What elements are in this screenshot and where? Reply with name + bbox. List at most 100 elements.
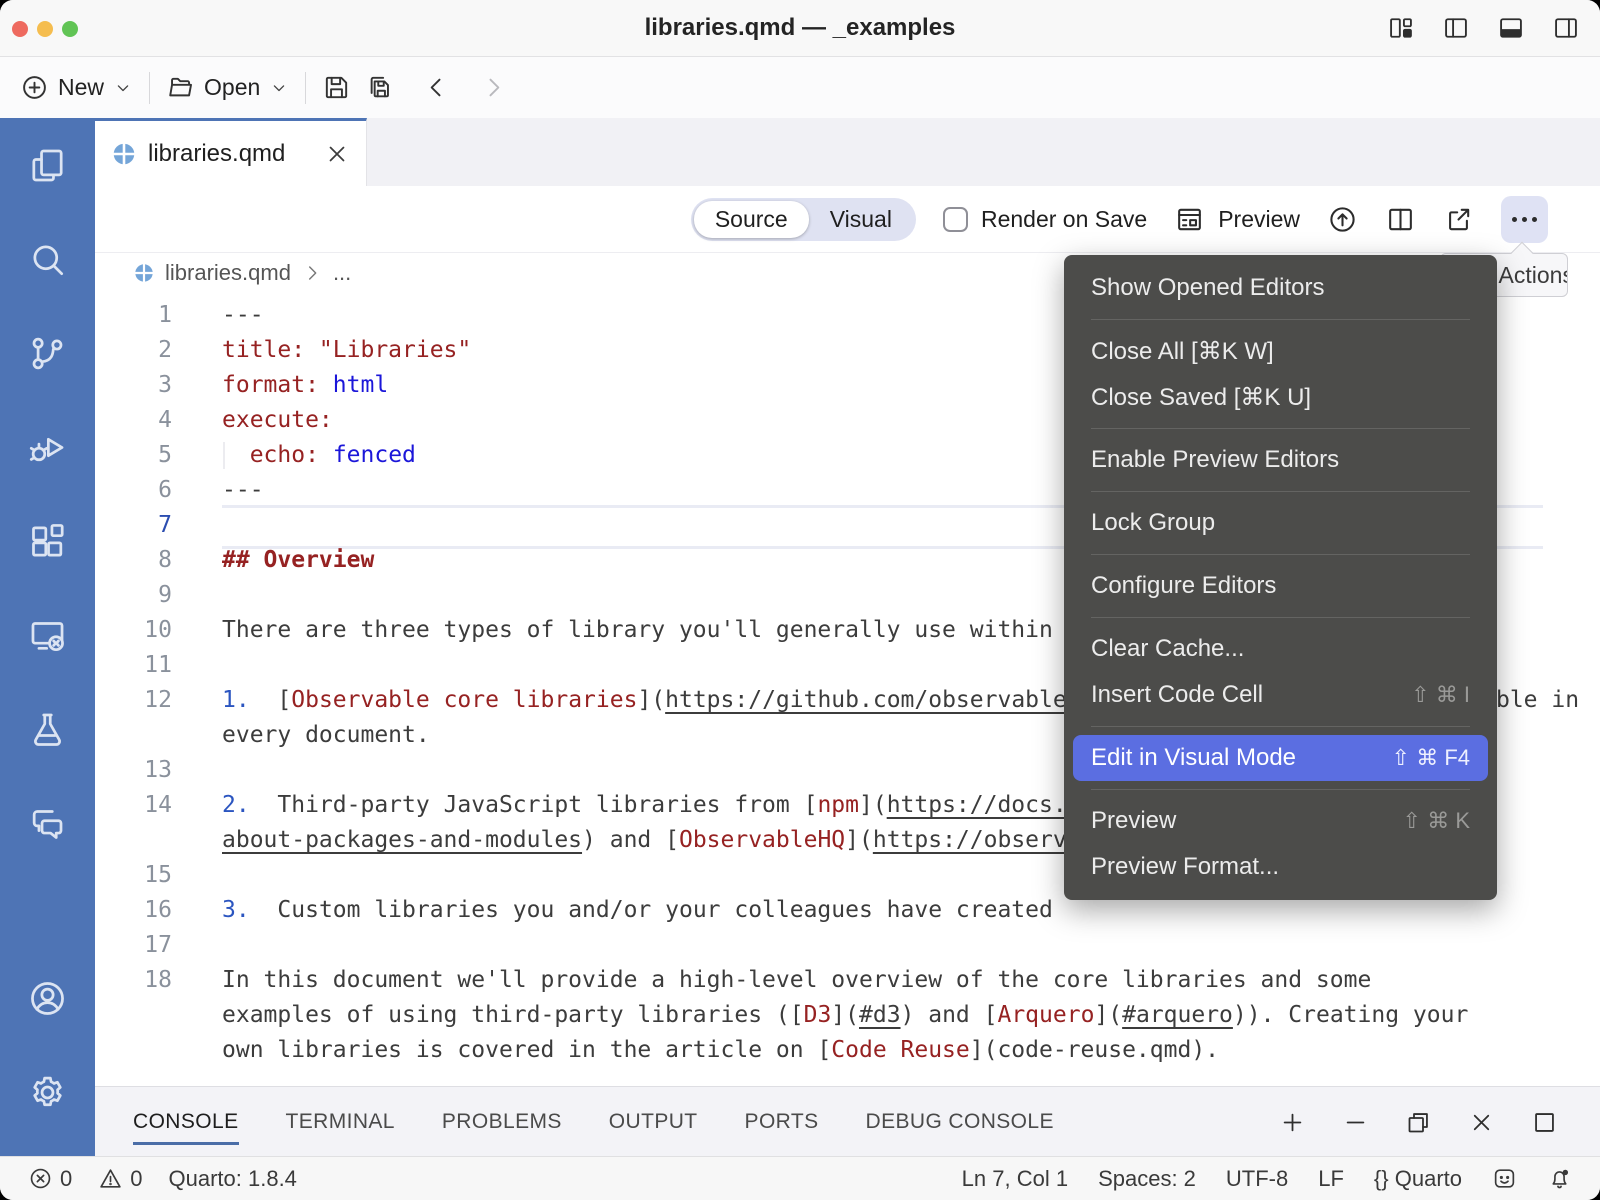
status-language-mode[interactable]: {} Quarto	[1374, 1166, 1462, 1192]
line-number: 18	[95, 963, 172, 998]
tab-strip: libraries.qmd	[95, 118, 1600, 187]
panel-tab-output[interactable]: OUTPUT	[609, 1110, 698, 1134]
menu-item-close-all-k-w[interactable]: Close All [⌘K W]	[1073, 328, 1488, 374]
line-number: 1	[95, 298, 172, 333]
toolbar-separator	[149, 72, 150, 104]
app-window: libraries.qmd — _examples New Open	[0, 0, 1600, 1200]
menu-item-preview[interactable]: Preview⇧ ⌘ K	[1073, 798, 1488, 844]
render-circle-up-icon[interactable]	[1327, 204, 1358, 235]
code-text: 2. Third-party JavaScript libraries from…	[172, 788, 1205, 823]
code-line[interactable]: 17	[95, 928, 1600, 963]
status-quarto-version[interactable]: Quarto: 1.8.4	[169, 1166, 297, 1192]
toggle-panel-icon[interactable]	[1497, 14, 1525, 42]
customize-layout-icon[interactable]	[1387, 14, 1415, 42]
menu-item-clear-cache[interactable]: Clear Cache...	[1073, 626, 1488, 672]
panel-tab-ports[interactable]: PORTS	[745, 1110, 819, 1134]
settings-gear-icon	[27, 1072, 68, 1113]
toggle-secondary-sidebar-icon[interactable]	[1552, 14, 1580, 42]
code-text: echo: fenced	[172, 438, 416, 473]
open-in-new-window-icon[interactable]	[1443, 204, 1474, 235]
status-warnings[interactable]: 0	[98, 1166, 142, 1192]
menu-item-label: Clear Cache...	[1091, 635, 1244, 663]
menu-item-configure-editors[interactable]: Configure Editors	[1073, 563, 1488, 609]
menu-item-preview-format[interactable]: Preview Format...	[1073, 844, 1488, 890]
sidebar-explorer-button[interactable]	[0, 118, 95, 212]
code-text: own libraries is covered in the article …	[172, 1033, 1219, 1068]
notifications-bell[interactable]	[1547, 1166, 1572, 1191]
menu-item-show-opened-editors[interactable]: Show Opened Editors	[1073, 265, 1488, 311]
preview-button[interactable]: Preview	[1174, 204, 1300, 235]
panel-tab-problems[interactable]: PROBLEMS	[442, 1110, 562, 1134]
menu-item-close-saved-k-u[interactable]: Close Saved [⌘K U]	[1073, 374, 1488, 420]
sidebar-search-button[interactable]	[0, 212, 95, 306]
line-number: 6	[95, 473, 172, 508]
code-line[interactable]: examples of using third-party libraries …	[95, 998, 1600, 1033]
run-debug-icon	[27, 427, 68, 468]
panel-tab-terminal[interactable]: TERMINAL	[286, 1110, 395, 1134]
menu-item-edit-in-visual-mode[interactable]: Edit in Visual Mode⇧ ⌘ F4	[1073, 735, 1488, 781]
sidebar-run-debug-button[interactable]	[0, 400, 95, 494]
render-on-save-checkbox[interactable]	[943, 207, 968, 232]
plus-circle-icon	[20, 73, 49, 102]
source-control-icon	[27, 333, 68, 374]
source-mode-button[interactable]: Source	[694, 201, 809, 238]
code-text	[172, 753, 222, 788]
code-text: format: html	[172, 368, 388, 403]
open-button[interactable]: Open	[166, 73, 289, 102]
line-number: 7	[95, 508, 172, 543]
account-button[interactable]	[0, 951, 95, 1045]
status-indentation[interactable]: Spaces: 2	[1098, 1166, 1196, 1192]
code-text	[172, 508, 222, 543]
sidebar-chat-button[interactable]	[0, 776, 95, 870]
tab-libraries-qmd[interactable]: libraries.qmd	[95, 118, 367, 186]
sidebar-remote-explorer-button[interactable]	[0, 588, 95, 682]
navigate-back-button[interactable]	[422, 73, 451, 102]
sidebar-extensions-button[interactable]	[0, 494, 95, 588]
code-text: every document.	[172, 718, 430, 753]
toggle-sidebar-icon[interactable]	[1442, 14, 1470, 42]
settings-button[interactable]	[0, 1045, 95, 1139]
new-button-label: New	[58, 74, 104, 101]
line-number: 12	[95, 683, 172, 718]
navigate-forward-button[interactable]	[479, 73, 508, 102]
save-all-button[interactable]	[365, 73, 394, 102]
sidebar-source-control-button[interactable]	[0, 306, 95, 400]
bell-dot-icon	[1547, 1166, 1572, 1191]
status-eol-text: LF	[1318, 1166, 1344, 1192]
status-errors[interactable]: 0	[28, 1166, 72, 1192]
chevron-right-icon	[479, 73, 508, 102]
panel-restore-button[interactable]	[1405, 1109, 1432, 1136]
status-eol[interactable]: LF	[1318, 1166, 1344, 1192]
code-line[interactable]: own libraries is covered in the article …	[95, 1033, 1600, 1068]
code-text	[172, 858, 222, 893]
menu-item-insert-code-cell[interactable]: Insert Code Cell⇧ ⌘ I	[1073, 672, 1488, 718]
save-button[interactable]	[322, 73, 351, 102]
menu-item-enable-preview-editors[interactable]: Enable Preview Editors	[1073, 437, 1488, 483]
panel-tab-strip: CONSOLE TERMINAL PROBLEMS OUTPUT PORTS DEBUG …	[95, 1086, 1600, 1157]
breadcrumb-file[interactable]: libraries.qmd	[165, 260, 291, 286]
feedback-button[interactable]	[1492, 1166, 1517, 1191]
sidebar-testing-button[interactable]	[0, 682, 95, 776]
panel-tab-debug-console[interactable]: DEBUG CONSOLE	[866, 1110, 1054, 1134]
line-number: 17	[95, 928, 172, 963]
visual-mode-button[interactable]: Visual	[809, 201, 913, 238]
panel-minimize-button[interactable]	[1342, 1109, 1369, 1136]
menu-item-label: Preview Format...	[1091, 853, 1279, 881]
panel-maximize-button[interactable]	[1531, 1109, 1558, 1136]
status-encoding[interactable]: UTF-8	[1226, 1166, 1288, 1192]
new-button[interactable]: New	[20, 73, 133, 102]
menu-item-label: Close Saved [⌘K U]	[1091, 383, 1311, 412]
split-editor-icon[interactable]	[1385, 204, 1416, 235]
status-encoding-text: UTF-8	[1226, 1166, 1288, 1192]
menu-item-lock-group[interactable]: Lock Group	[1073, 500, 1488, 546]
close-tab-icon[interactable]	[324, 141, 350, 167]
breadcrumb-more[interactable]: ...	[333, 260, 351, 286]
status-cursor-position[interactable]: Ln 7, Col 1	[962, 1166, 1068, 1192]
panel-close-button[interactable]	[1468, 1109, 1495, 1136]
panel-tab-console[interactable]: CONSOLE	[133, 1110, 239, 1134]
code-line[interactable]: 18In this document we'll provide a high-…	[95, 963, 1600, 998]
menu-item-shortcut: ⇧ ⌘ K	[1403, 808, 1470, 834]
code-text: ---	[172, 298, 264, 333]
panel-add-button[interactable]	[1279, 1109, 1306, 1136]
more-actions-button[interactable]	[1501, 196, 1548, 243]
